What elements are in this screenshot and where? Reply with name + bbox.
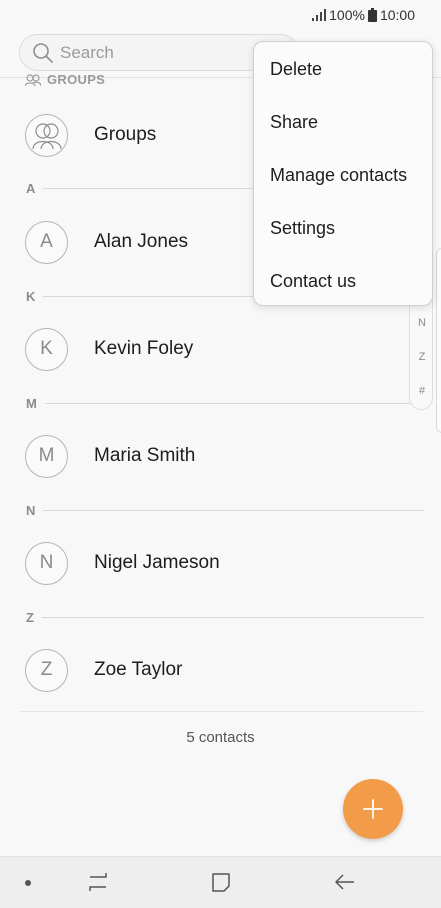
section-letter: Z — [26, 609, 34, 625]
section-letter: K — [26, 288, 36, 304]
contact-name: Kevin Foley — [94, 338, 194, 359]
contact-row[interactable]: K Kevin Foley — [0, 314, 441, 384]
menu-item-share[interactable]: Share — [270, 112, 318, 133]
status-bar: 100% 10:00 — [0, 0, 441, 30]
section-letter: A — [26, 180, 36, 196]
overflow-menu: Delete Share Manage contacts Settings Co… — [253, 41, 433, 306]
section-header-n: N — [26, 502, 424, 518]
index-letter[interactable]: N — [410, 317, 434, 329]
edge-panel-handle[interactable] — [436, 248, 441, 433]
status-time: 10:00 — [379, 7, 415, 23]
menu-item-settings[interactable]: Settings — [270, 218, 335, 239]
battery-percent: 100% — [329, 7, 365, 23]
groups-icon — [25, 73, 41, 86]
menu-item-delete[interactable]: Delete — [270, 59, 322, 80]
groups-avatar — [25, 113, 68, 157]
menu-item-manage-contacts[interactable]: Manage contacts — [270, 165, 407, 186]
section-letter: M — [26, 395, 37, 411]
contact-name: Maria Smith — [94, 445, 196, 466]
index-letter[interactable]: Z — [410, 351, 434, 363]
contact-name: Zoe Taylor — [94, 659, 183, 680]
list-end-divider — [19, 711, 423, 712]
section-divider — [41, 616, 424, 618]
contact-avatar: K — [25, 327, 68, 371]
avatar-initial: Z — [40, 659, 53, 680]
navigation-bar — [0, 856, 441, 908]
search-icon — [33, 42, 53, 63]
recent-apps-icon[interactable] — [86, 871, 110, 893]
contact-name: Nigel Jameson — [94, 552, 220, 573]
section-letter: N — [26, 502, 36, 518]
avatar-initial: N — [39, 552, 54, 573]
avatar-initial: M — [38, 445, 55, 466]
dot-icon[interactable] — [24, 879, 32, 887]
contact-name: Alan Jones — [94, 231, 189, 252]
groups-label: Groups — [94, 124, 157, 145]
contact-row[interactable]: M Maria Smith — [0, 421, 441, 491]
plus-icon — [363, 799, 383, 819]
groups-section-header: GROUPS — [25, 72, 105, 87]
add-contact-button[interactable] — [343, 779, 403, 839]
contact-avatar: A — [25, 220, 68, 264]
section-header-z: Z — [26, 609, 424, 625]
avatar-initial: A — [40, 231, 53, 252]
avatar-initial: K — [40, 338, 53, 359]
search-placeholder: Search — [60, 42, 114, 62]
home-icon[interactable] — [210, 871, 232, 893]
contact-row[interactable]: Z Zoe Taylor — [0, 635, 441, 705]
signal-icon — [312, 9, 327, 21]
contact-avatar: M — [25, 434, 68, 478]
battery-icon — [367, 8, 377, 22]
back-icon[interactable] — [333, 871, 357, 893]
section-divider — [44, 402, 424, 404]
section-divider — [43, 509, 424, 511]
group-people-icon — [31, 123, 62, 150]
contacts-count: 5 contacts — [186, 729, 255, 746]
index-letter[interactable]: # — [410, 385, 434, 397]
groups-header-label: GROUPS — [47, 72, 106, 87]
menu-item-contact-us[interactable]: Contact us — [270, 271, 356, 292]
contact-avatar: Z — [25, 648, 68, 692]
section-header-m: M — [26, 395, 424, 411]
contact-row[interactable]: N Nigel Jameson — [0, 528, 441, 598]
contact-avatar: N — [25, 541, 68, 585]
